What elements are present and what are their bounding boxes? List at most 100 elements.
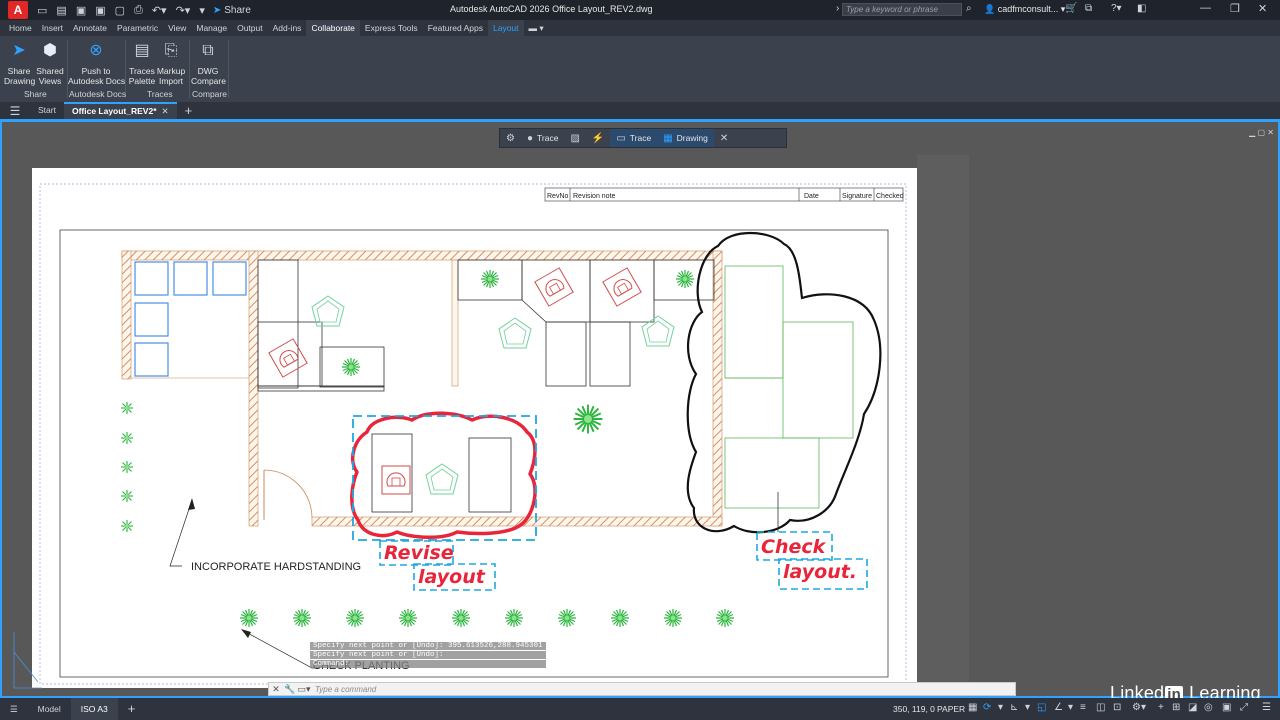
add-layout-icon[interactable]: + xyxy=(118,698,146,720)
command-input[interactable]: Type a command xyxy=(315,685,376,694)
chair xyxy=(602,267,642,307)
markup-text-layout[interactable]: layout xyxy=(418,566,486,588)
units-icon[interactable]: ⊞ xyxy=(1172,702,1180,713)
app-menu-button[interactable]: A xyxy=(8,1,28,19)
grid-icon[interactable]: ▦ xyxy=(968,702,977,713)
isolate-objects-icon[interactable]: ◎ xyxy=(1204,702,1213,713)
ribbon-tab-express-tools[interactable]: Express Tools xyxy=(360,20,423,36)
paper-space-toggle[interactable]: PAPER xyxy=(937,704,965,714)
trace-highlight-button[interactable]: ⚡ xyxy=(586,129,610,147)
share-button[interactable]: ➤ Share xyxy=(213,5,251,16)
chevron-right-icon[interactable]: › xyxy=(836,3,839,14)
ribbon-tab-home[interactable]: Home xyxy=(4,20,37,36)
ribbon-tab-add-ins[interactable]: Add-ins xyxy=(268,20,307,36)
hardware-accel-icon[interactable]: ▣ xyxy=(1222,702,1231,713)
close-icon[interactable]: ✕ xyxy=(1258,2,1267,15)
open-file-icon[interactable]: ▤ xyxy=(56,4,66,17)
user-menu[interactable]: 👤 cadfmconsult... ▾ xyxy=(984,4,1065,15)
title-block-date: Date xyxy=(804,193,819,200)
markup-import-icon: ⎘ xyxy=(164,42,178,59)
hardstanding-leader xyxy=(169,498,195,567)
quick-properties-icon[interactable]: ◪ xyxy=(1188,702,1197,713)
command-prompt-icon: ▭▾ xyxy=(297,683,311,694)
ribbon-options-icon[interactable]: ▬ ▾ xyxy=(524,20,549,36)
plant xyxy=(120,519,134,533)
close-tab-icon[interactable]: ✕ xyxy=(162,106,169,116)
markup-import-button[interactable]: ⎘ Markup Import xyxy=(156,40,186,87)
polar-icon[interactable]: ⊾ xyxy=(1010,702,1018,713)
dwg-compare-button[interactable]: ⧉ DWG Compare xyxy=(191,40,226,87)
dyn-input-icon[interactable]: ▾ xyxy=(1068,702,1073,713)
transparency-icon[interactable]: ◫ xyxy=(1096,702,1105,713)
restore-icon[interactable]: ❐ xyxy=(1230,2,1240,15)
trace-image-button[interactable]: ▨ xyxy=(564,129,585,147)
group-label-compare: Compare xyxy=(192,89,227,99)
ribbon-tab-insert[interactable]: Insert xyxy=(37,20,68,36)
lineweight-icon[interactable]: ≡ xyxy=(1080,702,1086,713)
tab-model[interactable]: Model xyxy=(28,698,71,720)
drawing-canvas[interactable]: ▁ ▢ ✕ RevNo Revision note Date Signature… xyxy=(0,119,1280,703)
trace-mode-button[interactable]: ▭ Trace xyxy=(610,129,658,147)
ribbon-tab-collaborate[interactable]: Collaborate xyxy=(306,20,360,36)
redo-icon[interactable]: ↷▾ xyxy=(176,4,191,17)
title-block-revision-note: Revision note xyxy=(573,193,616,200)
tab-active-drawing[interactable]: Office Layout_REV2* ✕ xyxy=(63,102,177,119)
close-trace-button[interactable]: ✕ xyxy=(714,129,734,147)
command-close-icon[interactable]: ✕ xyxy=(269,684,283,695)
help-icon[interactable]: ?▾ xyxy=(1111,3,1122,14)
layout-menu-icon[interactable]: ☰ xyxy=(0,698,28,720)
ribbon-tab-output[interactable]: Output xyxy=(232,20,268,36)
storage-units xyxy=(134,261,247,377)
push-to-docs-button[interactable]: ⊗ Push to Autodesk Docs xyxy=(68,40,125,87)
undo-icon[interactable]: ↶▾ xyxy=(152,4,167,17)
new-file-icon[interactable]: ▭ xyxy=(37,4,47,17)
drawing-mode-button[interactable]: ▦ Drawing xyxy=(657,129,714,147)
traces-palette-button[interactable]: ▤ Traces Palette xyxy=(127,40,157,87)
command-line[interactable]: ✕ 🔧 ▭▾ Type a command xyxy=(268,682,1016,696)
annotation-scale-icon[interactable]: ⊡ xyxy=(1113,702,1121,713)
markup-text-revise[interactable]: Revise xyxy=(384,542,454,564)
ribbon-tab-featured-apps[interactable]: Featured Apps xyxy=(423,20,488,36)
shared-views-button[interactable]: ⬢ Shared Views xyxy=(35,40,65,87)
autodesk-docs-icon: ⊗ xyxy=(89,42,103,59)
tab-layout[interactable]: ISO A3 xyxy=(70,698,118,720)
gear-icon: ⚙ xyxy=(506,132,515,144)
ribbon-tab-view[interactable]: View xyxy=(163,20,191,36)
search-icon[interactable]: ⌕ xyxy=(966,3,972,14)
user-icon: 👤 xyxy=(984,4,996,14)
ribbon-tab-parametric[interactable]: Parametric xyxy=(112,20,163,36)
cart-icon[interactable]: 🛒 xyxy=(1065,3,1077,14)
trace-settings-button[interactable]: ⚙ xyxy=(500,129,521,147)
ribbon-tab-layout[interactable]: Layout xyxy=(487,20,524,36)
web-mobile-icon[interactable]: ▢ xyxy=(115,4,125,17)
save-icon[interactable]: ▣ xyxy=(76,4,86,17)
collaborate-icon[interactable]: ◧ xyxy=(1137,3,1146,14)
drawing-svg: RevNo Revision note Date Signature Check… xyxy=(13,183,907,689)
trace-author-button[interactable]: ● Trace xyxy=(521,129,564,147)
ribbon-tabs: Home Insert Annotate Parametric View Manage Ou… xyxy=(0,20,1280,36)
search-input[interactable]: Type a keyword or phrase xyxy=(842,3,962,16)
print-icon[interactable]: ⎙ xyxy=(134,4,143,17)
clean-screen-icon[interactable]: ⤢ xyxy=(1240,702,1248,713)
command-customize-icon[interactable]: 🔧 xyxy=(283,684,297,695)
new-tab-icon[interactable]: + xyxy=(185,103,193,118)
customize-qat-icon[interactable]: ▾ xyxy=(199,4,205,17)
minimize-icon[interactable]: — xyxy=(1200,2,1211,14)
annotation-monitor-icon[interactable]: + xyxy=(1158,702,1164,713)
ribbon-tab-annotate[interactable]: Annotate xyxy=(68,20,112,36)
tab-start[interactable]: Start xyxy=(30,102,64,119)
ribbon-tab-manage[interactable]: Manage xyxy=(191,20,232,36)
osnap-dropdown-icon[interactable]: ▾ xyxy=(1025,702,1030,713)
exchange-icon[interactable]: ⧉ xyxy=(1085,3,1092,14)
otrack-icon[interactable]: ∠ xyxy=(1054,702,1063,713)
markup-text-layout-2[interactable]: layout. xyxy=(783,561,857,583)
workspace-gear-icon[interactable]: ⚙▾ xyxy=(1132,702,1146,713)
markup-text-check[interactable]: Check xyxy=(761,536,827,558)
object-snap-icon[interactable]: ◱ xyxy=(1037,702,1046,713)
customize-status-icon[interactable]: ☰ xyxy=(1262,702,1271,713)
save-as-icon[interactable]: ▣ xyxy=(95,4,105,17)
ortho-icon[interactable]: ▾ xyxy=(998,702,1003,713)
snap-icon[interactable]: ⟳ xyxy=(983,702,991,713)
share-drawing-button[interactable]: ➤ Share Drawing xyxy=(4,40,35,87)
hamburger-menu-icon[interactable]: ☰ xyxy=(0,104,30,118)
